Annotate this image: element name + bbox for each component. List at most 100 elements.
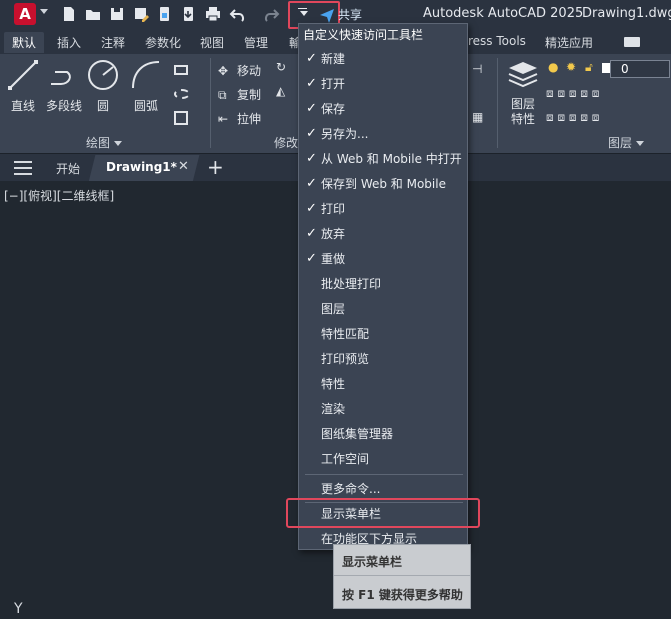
layer-panel-title[interactable]: 图层 [608,134,645,151]
save-icon[interactable] [108,5,126,23]
draw-panel-title-text: 绘图 [86,136,111,150]
arc-tool-label: 圆弧 [133,99,158,113]
layer-properties-tool[interactable]: 图层 特性 [502,58,544,127]
menu-item-plot-preview[interactable]: 打印预览 [299,347,467,371]
undo-icon[interactable] [229,5,247,23]
highlight-frame [286,498,480,528]
menu-item-workspace[interactable]: 工作空间 [299,447,467,471]
autocad-logo-button[interactable]: A [14,3,36,25]
tab-drawing1[interactable]: Drawing1* [106,160,177,174]
menu-item-print[interactable]: ✓ 打印 [299,197,467,221]
line-tool[interactable]: 直线 [3,58,43,114]
polyline-tool-label: 多段线 [45,99,82,113]
tab-express-tools[interactable]: ress Tools [468,34,526,48]
new-file-icon[interactable] [60,5,78,23]
menu-item-save-to-web[interactable]: ✓ 保存到 Web 和 Mobile [299,172,467,196]
modify-panel-title[interactable]: 修改 [274,134,298,151]
app-title: Autodesk AutoCAD 2025 [423,6,584,21]
open-folder-icon[interactable] [84,5,102,23]
menu-header: 自定义快速访问工具栏 [303,28,424,42]
menu-item-open[interactable]: ✓ 打开 [299,72,467,96]
layer-stack-icon [508,62,538,88]
tab-view[interactable]: 视图 [200,34,224,51]
tab-featured-apps[interactable]: 精选应用 [545,34,593,51]
checkmark-icon: ✓ [306,51,317,66]
checkmark-icon: ✓ [306,226,317,241]
menu-item-render[interactable]: 渲染 [299,397,467,421]
stretch-icon: ⇤ [218,111,229,126]
mirror-icon[interactable]: ◭ [276,84,285,98]
tab-default[interactable]: 默认 [4,32,45,53]
share-button[interactable]: 共享 [338,6,362,23]
layer-tools-row2-icon[interactable]: ⧈ ⧈ ⧈ ⧈ ⧈ [546,110,599,125]
menu-item-label: 新建 [321,52,346,66]
open-from-web-icon[interactable] [156,5,174,23]
chevron-down-icon [300,11,308,16]
ucs-icon: Y [14,601,23,617]
menu-item-save[interactable]: ✓ 保存 [299,97,467,121]
menu-item-redo[interactable]: ✓ 重做 [299,247,467,271]
checkmark-icon: ✓ [306,76,317,91]
menu-item-save-as[interactable]: ✓ 另存为... [299,122,467,146]
layer-tools-row1-icon[interactable]: ⧈ ⧈ ⧈ ⧈ ⧈ [546,86,599,101]
menu-item-label: 保存到 Web 和 Mobile [321,177,446,191]
current-layer-select[interactable]: 0 [610,60,670,78]
dimension-icon[interactable]: ⊣ [472,62,482,76]
share-icon [320,9,334,23]
layer-tool-label-2: 特性 [510,112,535,126]
menu-item-properties[interactable]: 特性 [299,372,467,396]
rotate-icon[interactable]: ↻ [276,60,286,74]
viewport-controls[interactable]: [−][俯视][二维线框] [4,187,114,204]
save-to-web-icon[interactable] [180,5,198,23]
circle-tool-label: 圆 [96,99,109,113]
line-icon [8,60,38,90]
menu-item-sheet-set-manager[interactable]: 图纸集管理器 [299,422,467,446]
layer-panel-title-text: 图层 [608,136,633,150]
panel-divider [497,58,498,148]
move-tool[interactable]: ✥ 移动 [218,62,261,80]
ellipse-icon[interactable] [174,86,193,100]
checkmark-icon: ✓ [306,251,317,266]
tab-manage[interactable]: 管理 [244,34,268,51]
copy-tool[interactable]: ⧉ 复制 [218,86,261,104]
menu-item-label: 打开 [321,77,346,91]
lightbulb-icon[interactable]: ● [548,60,558,74]
circle-tool[interactable]: 圆 [83,58,123,114]
tab-parametric[interactable]: 参数化 [145,34,181,51]
line-tool-label: 直线 [10,99,35,113]
chevron-down-icon[interactable] [40,9,48,14]
rectangle-icon[interactable] [174,62,191,76]
menu-item-layer[interactable]: 图层 [299,297,467,321]
menu-item-label: 另存为... [321,127,369,141]
menu-item-label: 放弃 [321,227,346,241]
new-tab-icon[interactable]: + [207,155,224,179]
sun-icon[interactable]: ✹ [566,60,576,74]
unlock-icon[interactable]: 🔓︎ [585,60,593,75]
tab-start[interactable]: 开始 [56,160,80,177]
menu-item-new[interactable]: ✓ 新建 [299,47,467,71]
layer-tool-label-1: 图层 [510,97,535,111]
draw-panel-title[interactable]: 绘图 [86,134,123,151]
redo-icon[interactable] [262,5,280,23]
checkmark-icon: ✓ [306,101,317,116]
save-as-icon[interactable] [132,5,150,23]
bar-icon [298,8,307,9]
menu-item-batch-plot[interactable]: 批处理打印 [299,272,467,296]
menu-item-match-properties[interactable]: 特性匹配 [299,322,467,346]
polyline-tool[interactable]: 多段线 [44,58,84,114]
hatch-icon[interactable] [174,110,191,125]
table-icon[interactable]: ▦ [472,110,483,124]
tooltip-help-text: 按 F1 键获得更多帮助 [342,588,463,602]
menu-item-open-from-web[interactable]: ✓ 从 Web 和 Mobile 中打开 [299,147,467,171]
menu-divider [305,474,463,475]
print-icon[interactable] [204,5,222,23]
tab-insert[interactable]: 插入 [57,34,81,51]
close-tab-icon[interactable]: ✕ [178,159,189,174]
menu-item-undo[interactable]: ✓ 放弃 [299,222,467,246]
checkmark-icon: ✓ [306,201,317,216]
menu-hamburger-icon[interactable] [14,161,32,175]
ribbon-options-icon[interactable] [624,37,640,47]
stretch-tool[interactable]: ⇤ 拉伸 [218,110,261,128]
tab-annotate[interactable]: 注释 [101,34,125,51]
arc-tool[interactable]: 圆弧 [126,58,166,114]
